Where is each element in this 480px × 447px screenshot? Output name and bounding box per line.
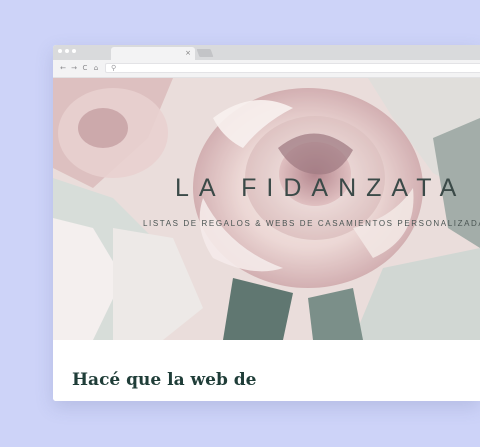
maximize-window-dot[interactable] bbox=[72, 49, 76, 53]
site-tagline: LISTAS DE REGALOS & WEBS DE CASAMIENTOS … bbox=[143, 219, 480, 228]
address-bar[interactable]: ⚲ bbox=[105, 63, 480, 73]
new-tab-button[interactable] bbox=[196, 49, 214, 57]
hero-banner: LA FIDANZATA LISTAS DE REGALOS & WEBS DE… bbox=[53, 78, 480, 340]
reload-icon[interactable]: C bbox=[81, 63, 89, 73]
browser-titlebar: × bbox=[53, 45, 480, 60]
section-headline: Hacé que la web de bbox=[72, 370, 257, 390]
browser-toolbar: ← → C ⌂ ⚲ bbox=[53, 60, 480, 78]
close-window-dot[interactable] bbox=[58, 49, 62, 53]
tab-close-icon[interactable]: × bbox=[185, 48, 191, 58]
home-icon[interactable]: ⌂ bbox=[92, 63, 100, 73]
window-controls bbox=[58, 49, 76, 53]
search-icon: ⚲ bbox=[111, 64, 117, 72]
back-arrow-icon[interactable]: ← bbox=[59, 63, 67, 73]
browser-window: × ← → C ⌂ ⚲ LA FIDANZATA LISTAS DE REGAL… bbox=[53, 45, 480, 401]
main-content: Hacé que la web de bbox=[53, 340, 480, 401]
browser-tab[interactable]: × bbox=[111, 47, 195, 60]
minimize-window-dot[interactable] bbox=[65, 49, 69, 53]
forward-arrow-icon[interactable]: → bbox=[70, 63, 78, 73]
navigation-buttons: ← → C ⌂ bbox=[59, 63, 100, 73]
site-title: LA FIDANZATA bbox=[175, 174, 467, 202]
floral-painting-background bbox=[53, 78, 480, 340]
